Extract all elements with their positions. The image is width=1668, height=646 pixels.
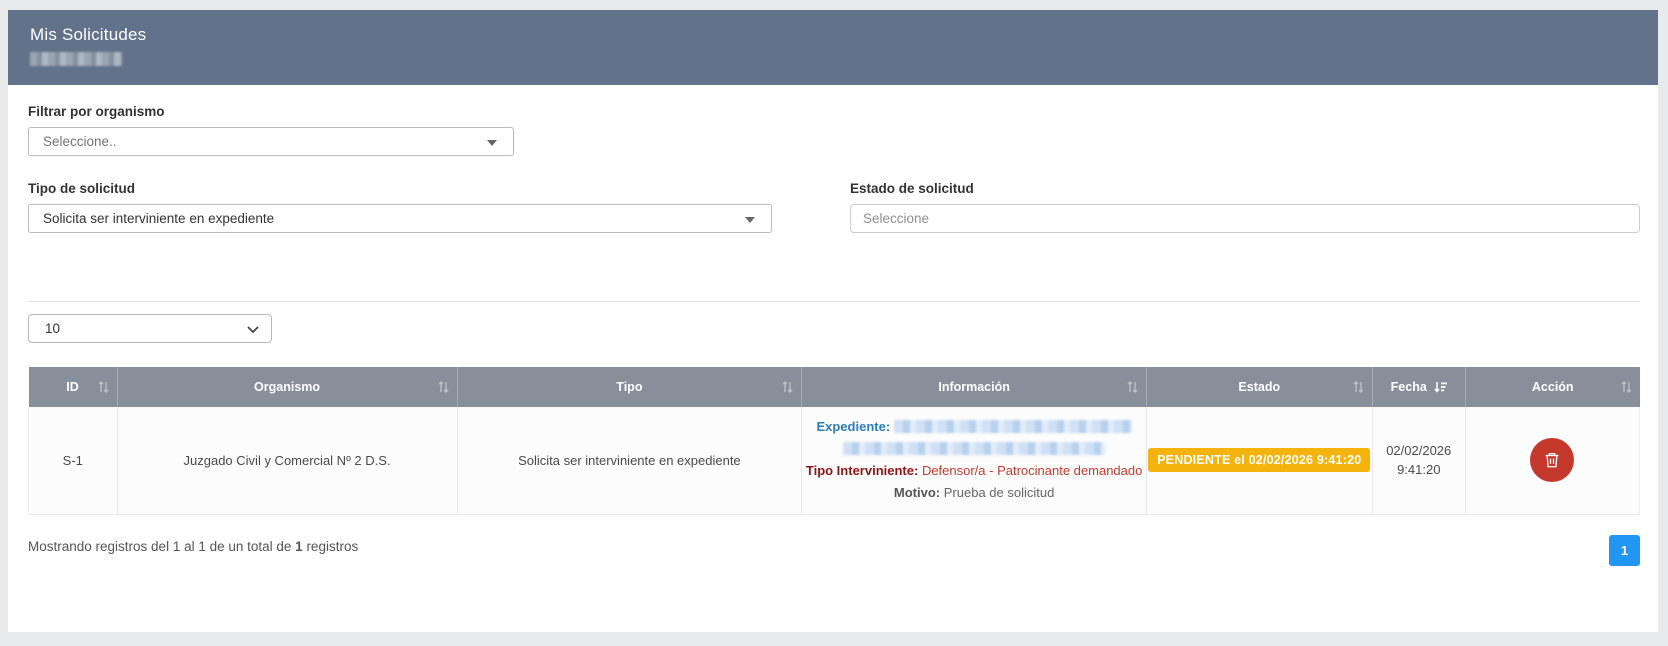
tipo-select-value: Solicita ser interviniente en expediente <box>43 211 274 226</box>
organismo-select-value: Seleccione.. <box>43 134 117 149</box>
page-background: Mis Solicitudes Filtrar por organismo Se… <box>0 0 1668 646</box>
sort-arrows-icon <box>1621 381 1632 393</box>
cell-informacion: Expediente: Tipo Interviniente: Defensor… <box>802 407 1147 514</box>
column-header-label: Estado <box>1238 380 1280 394</box>
expediente-line: Expediente: <box>802 416 1146 438</box>
cell-accion <box>1465 407 1639 514</box>
column-header-tipo[interactable]: Tipo <box>457 367 802 407</box>
page-title: Mis Solicitudes <box>30 25 1658 45</box>
estado-filter-label: Estado de solicitud <box>850 181 1640 196</box>
sort-arrows-icon <box>1353 381 1364 393</box>
records-info-total: 1 <box>295 539 303 554</box>
sort-arrows-icon <box>1127 381 1138 393</box>
sort-desc-icon <box>1434 381 1447 393</box>
organismo-filter-label: Filtrar por organismo <box>28 104 1640 119</box>
column-header-estado[interactable]: Estado <box>1147 367 1373 407</box>
status-badge: PENDIENTE el 02/02/2026 9:41:20 <box>1148 448 1370 472</box>
redacted-username <box>30 52 122 66</box>
column-header-id[interactable]: ID <box>29 367 118 407</box>
main-panel: Mis Solicitudes Filtrar por organismo Se… <box>8 10 1658 632</box>
redacted-expediente-1 <box>894 420 1132 433</box>
delete-button[interactable] <box>1530 438 1574 482</box>
section-divider <box>28 301 1640 302</box>
filter-row: Tipo de solicitud Solicita ser intervini… <box>28 181 1640 233</box>
organismo-select[interactable]: Seleccione.. <box>28 127 514 156</box>
page-size-value: 10 <box>45 321 60 336</box>
cell-tipo: Solicita ser interviniente en expediente <box>457 407 802 514</box>
column-header-label: Organismo <box>254 380 320 394</box>
pagination-page-1-button[interactable]: 1 <box>1609 535 1640 566</box>
column-header-label: Información <box>938 380 1010 394</box>
column-header-label: Fecha <box>1391 380 1427 394</box>
column-header-label: ID <box>66 380 79 394</box>
solicitudes-table: ID Organismo Tipo <box>28 367 1640 515</box>
records-info: Mostrando registros del 1 al 1 de un tot… <box>28 539 358 554</box>
tipo-filter-label: Tipo de solicitud <box>28 181 772 196</box>
sort-arrows-icon <box>438 381 449 393</box>
motivo-line: Motivo: Prueba de solicitud <box>802 482 1146 504</box>
motivo-label: Motivo: <box>894 485 940 500</box>
cell-id: S-1 <box>29 407 118 514</box>
trash-icon <box>1543 451 1561 469</box>
page-size-select[interactable]: 10 <box>28 314 272 343</box>
records-info-prefix: Mostrando registros del 1 al 1 de un tot… <box>28 539 295 554</box>
cell-organismo: Juzgado Civil y Comercial Nº 2 D.S. <box>117 407 457 514</box>
tipo-filter-group: Tipo de solicitud Solicita ser intervini… <box>28 181 772 233</box>
fecha-date: 02/02/2026 <box>1373 441 1465 460</box>
caret-down-icon <box>745 217 755 223</box>
records-info-suffix: registros <box>303 539 359 554</box>
sort-arrows-icon <box>98 381 109 393</box>
tipo-interviniente-label: Tipo Interviniente: <box>806 463 918 478</box>
fecha-time: 9:41:20 <box>1373 460 1465 479</box>
column-header-label: Acción <box>1532 380 1574 394</box>
redacted-expediente-2 <box>843 442 1105 455</box>
caret-down-icon <box>487 140 497 146</box>
cell-fecha: 02/02/2026 9:41:20 <box>1372 407 1465 514</box>
page-header: Mis Solicitudes <box>8 10 1658 85</box>
column-header-informacion[interactable]: Información <box>802 367 1147 407</box>
estado-filter-group: Estado de solicitud <box>850 181 1640 233</box>
estado-select-input[interactable] <box>850 204 1640 233</box>
motivo-value: Prueba de solicitud <box>944 485 1055 500</box>
chevron-down-icon <box>247 326 259 334</box>
column-header-fecha[interactable]: Fecha <box>1372 367 1465 407</box>
table-footer: Mostrando registros del 1 al 1 de un tot… <box>28 535 1640 566</box>
column-header-label: Tipo <box>616 380 642 394</box>
table-row: S-1 Juzgado Civil y Comercial Nº 2 D.S. … <box>29 407 1640 514</box>
interviniente-line: Tipo Interviniente: Defensor/a - Patroci… <box>802 460 1146 482</box>
tipo-interviniente-value: Defensor/a - Patrocinante demandado <box>922 463 1142 478</box>
sort-arrows-icon <box>782 381 793 393</box>
content-area: Filtrar por organismo Seleccione.. Tipo … <box>8 104 1658 566</box>
table-header-row: ID Organismo Tipo <box>29 367 1640 407</box>
column-header-organismo[interactable]: Organismo <box>117 367 457 407</box>
cell-estado: PENDIENTE el 02/02/2026 9:41:20 <box>1147 407 1373 514</box>
tipo-select[interactable]: Solicita ser interviniente en expediente <box>28 204 772 233</box>
expediente-label[interactable]: Expediente: <box>816 419 890 434</box>
expediente-line-2 <box>802 438 1146 460</box>
column-header-accion[interactable]: Acción <box>1465 367 1639 407</box>
